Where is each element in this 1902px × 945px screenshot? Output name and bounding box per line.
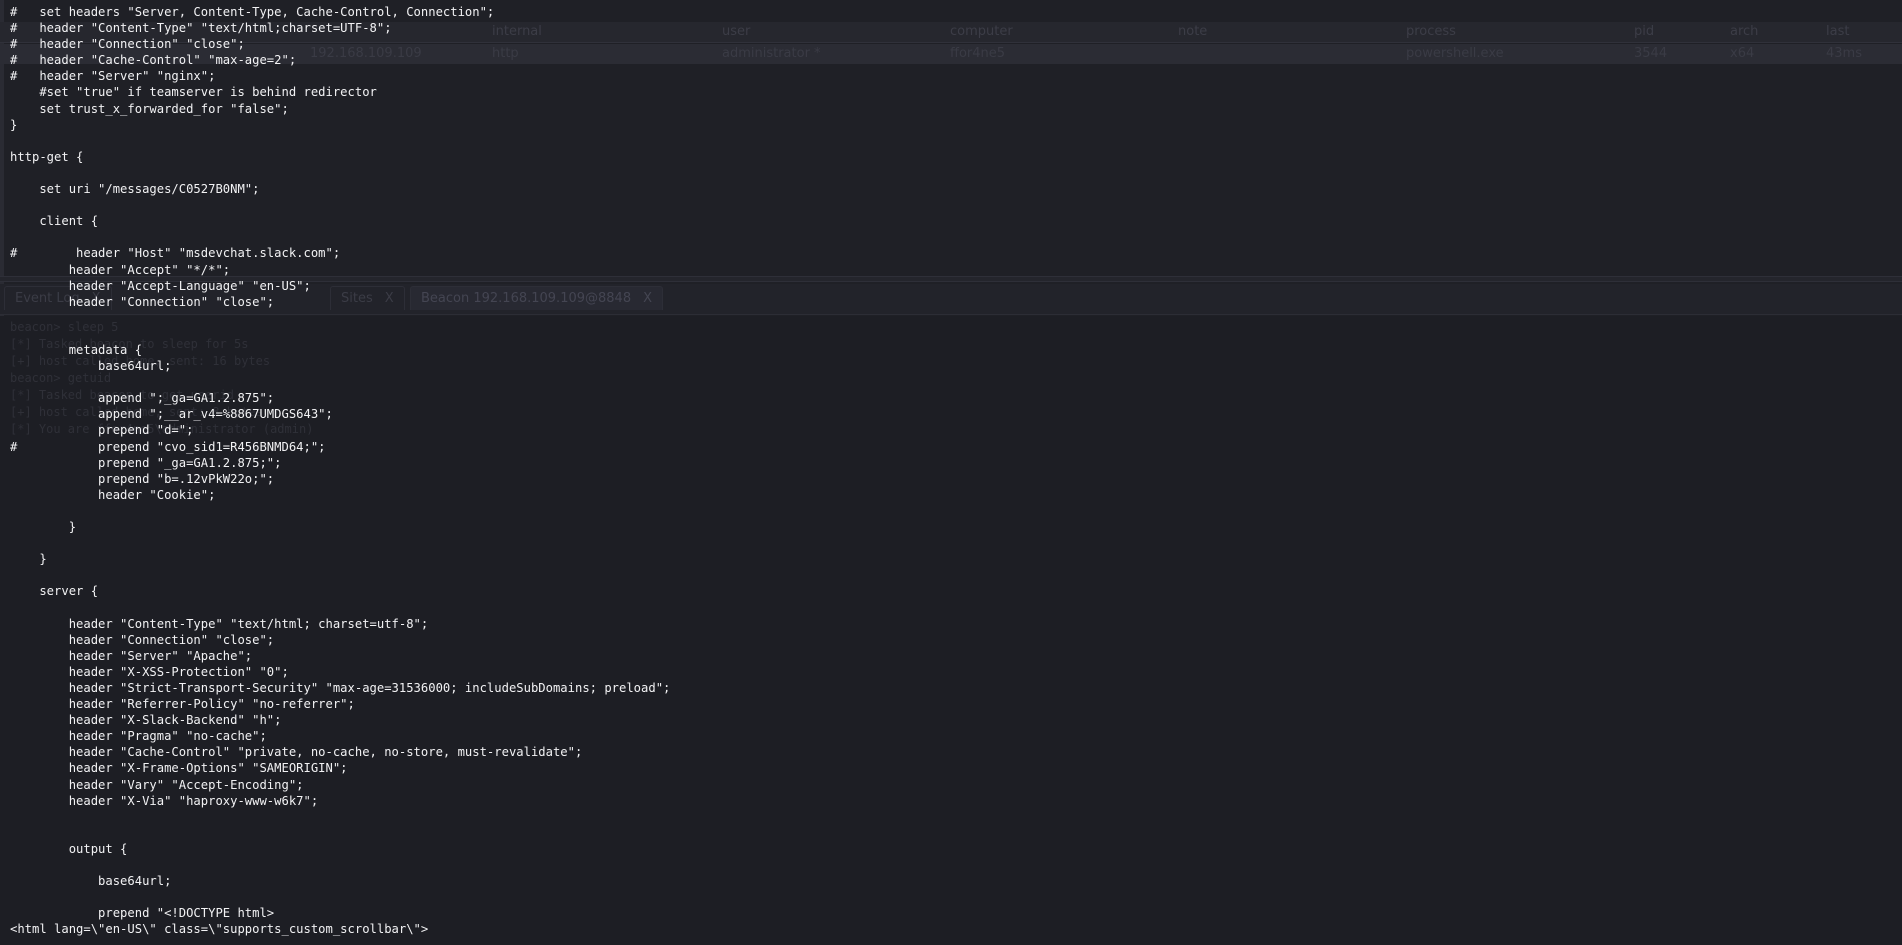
code-line: prepend "<!DOCTYPE html>	[10, 906, 275, 921]
row-process: powershell.exe	[1406, 46, 1504, 61]
code-line: prepend "b=.12vPkW22o;";	[10, 471, 275, 486]
row-computer: ffor4ne5	[950, 46, 1006, 61]
code-line: base64url;	[10, 359, 172, 374]
code-line: output {	[10, 841, 128, 856]
row-user: administrator *	[722, 46, 821, 61]
code-line: }	[10, 117, 18, 132]
code-line: # header "Connection" "close";	[10, 37, 245, 52]
code-line: # header "Host" "msdevchat.slack.com";	[10, 246, 341, 261]
col-pid[interactable]: pid	[1634, 24, 1654, 39]
col-computer[interactable]: computer	[950, 24, 1013, 39]
code-line: header "X-Via" "haproxy-www-w6k7";	[10, 793, 319, 808]
code-line: }	[10, 520, 77, 534]
code-line: header "Strict-Transport-Security" "max-…	[10, 680, 671, 695]
code-line: set trust_x_forwarded_for "false";	[10, 101, 289, 116]
code-line: }	[10, 552, 47, 567]
code-line: set uri "/messages/C0527B0NM";	[10, 182, 260, 197]
code-line: base64url;	[10, 874, 172, 889]
code-line: header "Referrer-Policy" "no-referrer";	[10, 697, 355, 712]
code-line: # header "Cache-Control" "max-age=2";	[10, 53, 297, 68]
col-note[interactable]: note	[1178, 24, 1207, 39]
col-user[interactable]: user	[722, 24, 750, 39]
code-line: header "Cache-Control" "private, no-cach…	[10, 745, 583, 760]
code-line: # prepend "cvo_sid1=R456BNMD64;";	[10, 439, 326, 454]
code-line: #set "true" if teamserver is behind redi…	[10, 85, 377, 100]
code-line: header "Accept-Language" "en-US";	[10, 278, 311, 293]
code-line: prepend "_ga=GA1.2.875;";	[10, 455, 282, 470]
code-line: header "Accept" "*/*";	[10, 262, 231, 277]
code-line: header "X-XSS-Protection" "0";	[10, 664, 289, 679]
col-arch[interactable]: arch	[1730, 24, 1758, 39]
row-last: 43ms	[1826, 46, 1862, 61]
code-line: header "X-Frame-Options" "SAMEORIGIN";	[10, 761, 348, 776]
code-line: header "Connection" "close";	[10, 632, 275, 647]
code-line: header "Pragma" "no-cache";	[10, 729, 267, 744]
code-line: # header "Content-Type" "text/html;chars…	[10, 21, 392, 36]
code-line: header "Vary" "Accept-Encoding";	[10, 777, 304, 792]
code-line: server {	[10, 584, 99, 599]
code-line: metadata {	[10, 342, 143, 357]
code-line: append ";__ar_v4=%8867UMDGS643";	[10, 407, 333, 422]
code-line: header "Content-Type" "text/html; charse…	[10, 616, 429, 631]
screen: internal user computer note process pid …	[0, 0, 1902, 945]
malleable-c2-profile-text: # set headers "Server, Content-Type, Cac…	[10, 4, 670, 937]
col-last[interactable]: last	[1826, 24, 1849, 39]
row-arch: x64	[1730, 46, 1755, 61]
code-line: header "Cookie";	[10, 487, 216, 502]
code-line: prepend "d=";	[10, 423, 194, 438]
col-process[interactable]: process	[1406, 24, 1456, 39]
code-line: header "X-Slack-Backend" "h";	[10, 713, 282, 728]
code-line: # set headers "Server, Content-Type, Cac…	[10, 5, 495, 19]
code-line: http-get {	[10, 149, 84, 164]
code-line: client {	[10, 214, 99, 229]
code-line: # header "Server" "nginx";	[10, 69, 216, 84]
row-pid: 3544	[1634, 46, 1668, 61]
code-line: <html lang=\"en-US\" class=\"supports_cu…	[10, 922, 429, 937]
code-line: header "Server" "Apache";	[10, 648, 253, 663]
code-line: header "Connection" "close";	[10, 294, 275, 309]
code-line: append ";_ga=GA1.2.875";	[10, 391, 275, 406]
